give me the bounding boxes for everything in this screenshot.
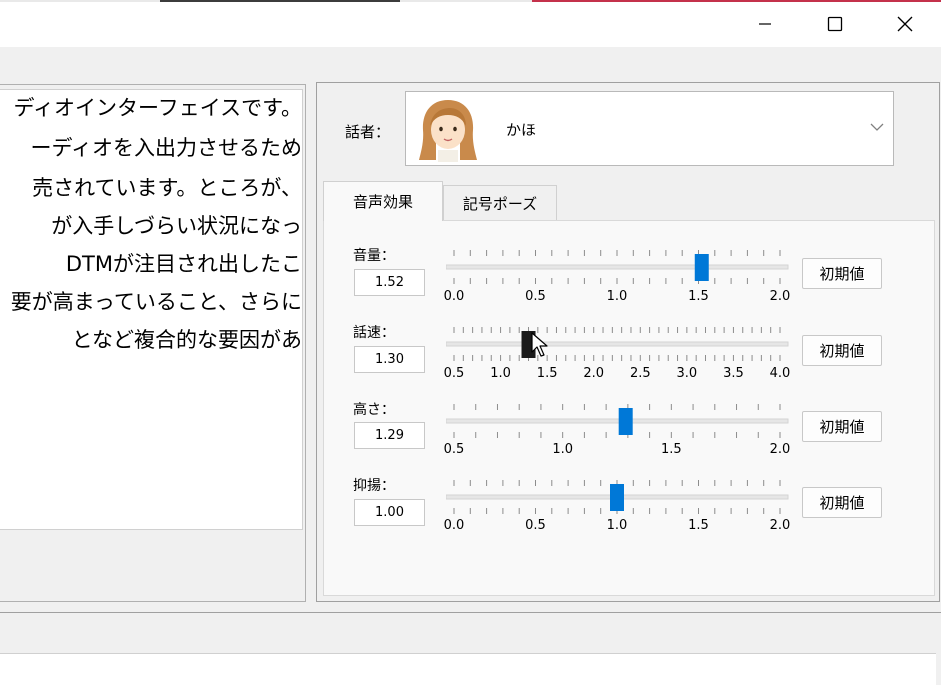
tab-voice-effects[interactable]: 音声効果 bbox=[323, 181, 443, 221]
volume-label: 音量： bbox=[353, 248, 395, 264]
pitch-label: 高さ： bbox=[353, 402, 395, 418]
text-input-area[interactable]: ディオインターフェイスです。 ーディオを入出力させるため 売されています。ところ… bbox=[0, 89, 303, 530]
slider-tick-label: 2.0 bbox=[769, 518, 791, 533]
speaker-select[interactable]: かほ bbox=[405, 91, 894, 166]
volume-reset-button[interactable]: 初期値 bbox=[802, 258, 882, 289]
text-line: となど複合的な要因があ bbox=[71, 328, 302, 352]
slider-tick-label: 0.0 bbox=[443, 289, 465, 304]
text-line: DTMが注目され出したこ bbox=[65, 252, 302, 276]
pitch-slider[interactable] bbox=[446, 401, 792, 441]
slider-tick-label: 2.0 bbox=[769, 289, 791, 304]
voice-settings-panel: 話者： かほ 音声効果 記号ポーズ 音量： 1.52 0.0 0.5 1.0 1.5 2… bbox=[316, 82, 940, 602]
speed-reset-button[interactable]: 初期値 bbox=[802, 335, 882, 366]
slider-tick-label: 0.5 bbox=[525, 518, 546, 533]
slider-tick-label: 0.5 bbox=[443, 366, 465, 381]
volume-tick-labels: 0.0 0.5 1.0 1.5 2.0 bbox=[324, 289, 941, 307]
status-box bbox=[0, 653, 936, 685]
slider-tick-label: 1.5 bbox=[536, 366, 558, 381]
speed-tick-labels: 0.5 1.0 1.5 2.0 2.5 3.0 3.5 4.0 bbox=[324, 366, 941, 384]
pitch-tick-labels: 0.5 1.0 1.5 2.0 bbox=[324, 442, 941, 460]
close-icon bbox=[897, 16, 913, 32]
tab-label: 記号ポーズ bbox=[462, 195, 538, 213]
tab-page-voice-effects: 音量： 1.52 0.0 0.5 1.0 1.5 2.0 初期値 話速： 1.30 0.… bbox=[323, 220, 935, 596]
speed-label: 話速： bbox=[353, 325, 395, 341]
pitch-reset-button[interactable]: 初期値 bbox=[802, 411, 882, 442]
slider-tick-label: 1.5 bbox=[688, 289, 709, 304]
text-line: が入手しづらい状況になっ bbox=[51, 214, 302, 238]
slider-thumb[interactable] bbox=[618, 408, 633, 435]
slider-tick-label: 1.0 bbox=[606, 289, 628, 304]
slider-tick-label: 3.5 bbox=[723, 366, 744, 381]
slider-tick-label: 1.5 bbox=[688, 518, 709, 533]
text-line: ーディオを入出力させるため bbox=[30, 136, 302, 160]
slider-tick-label: 0.0 bbox=[443, 518, 465, 533]
speaker-name: かほ bbox=[506, 121, 537, 139]
slider-tick-label: 1.0 bbox=[552, 442, 573, 457]
close-button[interactable] bbox=[882, 4, 928, 44]
text-line: 要が高まっていること、さらに bbox=[10, 290, 302, 314]
status-area bbox=[0, 612, 941, 685]
intonation-slider[interactable] bbox=[446, 477, 792, 517]
slider-thumb[interactable] bbox=[610, 484, 624, 511]
maximize-button[interactable] bbox=[812, 4, 858, 44]
intonation-reset-button[interactable]: 初期値 bbox=[802, 487, 882, 518]
slider-tick-label: 4.0 bbox=[769, 366, 791, 381]
text-line: 売されています。ところが、 bbox=[32, 176, 302, 200]
slider-tick-label: 2.5 bbox=[629, 366, 651, 381]
slider-thumb[interactable] bbox=[694, 254, 709, 281]
slider-tick-label: 1.5 bbox=[660, 442, 682, 457]
intonation-label: 抑揚： bbox=[353, 478, 395, 494]
maximize-icon bbox=[827, 16, 843, 32]
minimize-button[interactable] bbox=[742, 4, 788, 44]
title-bar bbox=[0, 2, 941, 47]
text-line: ディオインターフェイスです。 bbox=[13, 96, 302, 120]
text-panel: ディオインターフェイスです。 ーディオを入出力させるため 売されています。ところ… bbox=[0, 84, 306, 602]
chevron-down-icon[interactable] bbox=[870, 122, 884, 132]
intonation-tick-labels: 0.0 0.5 1.0 1.5 2.0 bbox=[324, 518, 941, 536]
menu-area bbox=[0, 47, 941, 83]
slider-tick-label: 1.0 bbox=[490, 366, 511, 381]
slider-tick-label: 0.5 bbox=[525, 289, 546, 304]
slider-tick-label: 1.0 bbox=[606, 518, 628, 533]
tab-symbol-pause[interactable]: 記号ポーズ bbox=[443, 185, 557, 221]
speaker-label: 話者： bbox=[345, 123, 391, 141]
speaker-avatar bbox=[419, 100, 477, 162]
slider-tick-label: 0.5 bbox=[443, 442, 465, 457]
slider-tick-label: 2.0 bbox=[583, 366, 605, 381]
minimize-icon bbox=[759, 23, 771, 25]
slider-tick-label: 2.0 bbox=[769, 442, 791, 457]
tab-label: 音声効果 bbox=[352, 193, 413, 211]
slider-track bbox=[446, 341, 789, 347]
slider-track bbox=[446, 264, 789, 270]
speed-slider[interactable] bbox=[446, 324, 792, 364]
volume-slider[interactable] bbox=[446, 247, 792, 287]
slider-tick-label: 3.0 bbox=[676, 366, 698, 381]
slider-track bbox=[446, 418, 789, 424]
mouse-pointer-icon bbox=[531, 332, 548, 357]
